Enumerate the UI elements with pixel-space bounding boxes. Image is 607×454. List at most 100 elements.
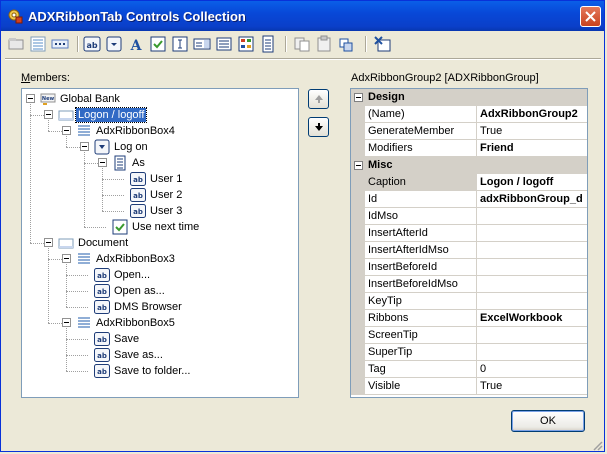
tab-icon[interactable] <box>7 35 25 53</box>
property-row[interactable]: SuperTip <box>351 344 587 361</box>
property-row[interactable]: ScreenTip <box>351 327 587 344</box>
tree-node-label: DMS Browser <box>114 301 182 313</box>
editbox-icon[interactable] <box>171 35 189 53</box>
property-row[interactable]: InsertBeforeIdMso <box>351 276 587 293</box>
tree-node[interactable]: ab User 3 <box>22 203 298 219</box>
button-icon: ab <box>94 347 110 363</box>
collapse-toggle-icon[interactable] <box>62 254 71 263</box>
property-gutter <box>351 106 365 122</box>
tree-node[interactable]: ab Open... <box>22 267 298 283</box>
property-row[interactable]: IdMso <box>351 208 587 225</box>
tree-node[interactable]: AdxRibbonBox5 <box>22 315 298 331</box>
delete-icon[interactable] <box>373 35 391 53</box>
tree-node-label: Save as... <box>114 349 163 361</box>
menu-icon <box>112 155 128 171</box>
tree-node[interactable]: Document <box>22 235 298 251</box>
title-bar[interactable]: ADXRibbonTab Controls Collection <box>1 1 604 31</box>
move-icon[interactable] <box>337 35 355 53</box>
collapse-toggle-icon[interactable] <box>354 161 363 170</box>
tree-node[interactable]: AdxRibbonBox4 <box>22 123 298 139</box>
svg-text:ab: ab <box>86 41 97 50</box>
tree-node[interactable]: ab Save as... <box>22 347 298 363</box>
property-grid[interactable]: Design (Name) AdxRibbonGroup2 GenerateMembe… <box>350 88 588 398</box>
property-value[interactable]: Logon / logoff <box>477 174 587 190</box>
property-value[interactable] <box>477 276 587 292</box>
checkbox-icon[interactable] <box>149 35 167 53</box>
property-value[interactable] <box>477 293 587 309</box>
collapse-toggle-icon[interactable] <box>62 126 71 135</box>
property-row[interactable]: InsertAfterId <box>351 225 587 242</box>
collapse-toggle-icon[interactable] <box>354 93 363 102</box>
toolbar-separator <box>285 36 287 52</box>
tree-node[interactable]: ab User 2 <box>22 187 298 203</box>
property-value[interactable] <box>477 208 587 224</box>
move-down-button[interactable] <box>308 117 329 137</box>
members-tree[interactable]: New Global Bank Logon / logoff AdxRibbonBox… <box>21 88 299 398</box>
move-up-button[interactable] <box>308 89 329 109</box>
svg-text:ab: ab <box>97 288 107 296</box>
property-value[interactable] <box>477 225 587 241</box>
property-row[interactable]: Visible True <box>351 378 587 395</box>
paste-icon[interactable] <box>315 35 333 53</box>
property-row[interactable]: Ribbons ExcelWorkbook <box>351 310 587 327</box>
property-value[interactable]: True <box>477 378 587 394</box>
collapse-toggle-icon[interactable] <box>26 94 35 103</box>
property-row[interactable]: Id adxRibbonGroup_d <box>351 191 587 208</box>
property-value[interactable] <box>477 344 587 360</box>
property-value[interactable]: True <box>477 123 587 139</box>
collapse-toggle-icon[interactable] <box>44 238 53 247</box>
property-value[interactable]: adxRibbonGroup_d <box>477 191 587 207</box>
property-row[interactable]: InsertBeforeId <box>351 259 587 276</box>
tree-node[interactable]: Use next time <box>22 219 298 235</box>
collapse-toggle-icon[interactable] <box>98 158 107 167</box>
property-value[interactable] <box>477 259 587 275</box>
close-button[interactable] <box>580 6 601 27</box>
gallery-icon[interactable] <box>215 35 233 53</box>
property-value[interactable]: 0 <box>477 361 587 377</box>
property-row[interactable]: GenerateMember True <box>351 123 587 140</box>
collapse-toggle-icon[interactable] <box>44 110 53 119</box>
tree-node-label: AdxRibbonBox4 <box>96 125 175 137</box>
collapse-toggle-icon[interactable] <box>62 318 71 327</box>
dropdown-icon[interactable] <box>105 35 123 53</box>
copy-icon[interactable] <box>293 35 311 53</box>
tree-node-label: Save to folder... <box>114 365 191 377</box>
property-row[interactable]: (Name) AdxRibbonGroup2 <box>351 106 587 123</box>
property-value[interactable]: ExcelWorkbook <box>477 310 587 326</box>
collapse-toggle-icon[interactable] <box>80 142 89 151</box>
property-row[interactable]: Tag 0 <box>351 361 587 378</box>
tree-node[interactable]: ab Save <box>22 331 298 347</box>
tree-node[interactable]: AdxRibbonBox3 <box>22 251 298 267</box>
property-value[interactable]: Friend <box>477 140 587 156</box>
group-icon[interactable] <box>29 35 47 53</box>
property-row[interactable]: InsertAfterIdMso <box>351 242 587 259</box>
ok-button[interactable]: OK <box>511 410 585 432</box>
property-grid-header: AdxRibbonGroup2 [ADXRibbonGroup] <box>351 72 539 84</box>
property-category[interactable]: Misc <box>351 157 587 174</box>
splitbutton-icon[interactable] <box>259 35 277 53</box>
tree-node[interactable]: ab DMS Browser <box>22 299 298 315</box>
property-row[interactable]: Caption Logon / logoff <box>351 174 587 191</box>
property-category[interactable]: Design <box>351 89 587 106</box>
tree-node[interactable]: ab User 1 <box>22 171 298 187</box>
dialog-window: ADXRibbonTab Controls Collection ab A Me… <box>0 0 605 452</box>
property-value[interactable]: AdxRibbonGroup2 <box>477 106 587 122</box>
tree-node[interactable]: Log on <box>22 139 298 155</box>
tree-node[interactable]: ab Save to folder... <box>22 363 298 379</box>
property-category-label: Misc <box>368 159 393 171</box>
tree-node[interactable]: New Global Bank <box>22 91 298 107</box>
tree-node[interactable]: ab Open as... <box>22 283 298 299</box>
property-value[interactable] <box>477 327 587 343</box>
tree-node[interactable]: As <box>22 155 298 171</box>
resize-grip-icon[interactable] <box>591 439 603 451</box>
property-row[interactable]: KeyTip <box>351 293 587 310</box>
box-icon[interactable] <box>51 35 69 53</box>
combobox-icon[interactable] <box>193 35 211 53</box>
button-icon[interactable]: ab <box>83 35 101 53</box>
property-value[interactable] <box>477 242 587 258</box>
menu-icon[interactable] <box>237 35 255 53</box>
property-row[interactable]: Modifiers Friend <box>351 140 587 157</box>
label-icon[interactable]: A <box>127 35 145 53</box>
tree-node[interactable]: Logon / logoff <box>22 107 298 123</box>
property-gutter <box>351 361 365 377</box>
